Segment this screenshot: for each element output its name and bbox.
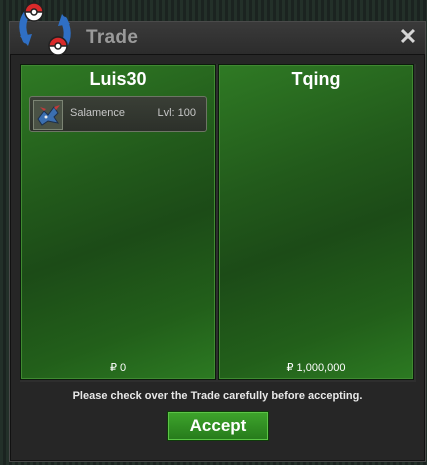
trade-logo-icon bbox=[12, 0, 78, 60]
trade-item-card[interactable]: Salamence Lvl: 100 bbox=[29, 96, 207, 132]
window-title: Trade bbox=[86, 27, 139, 48]
currency-symbol: ₽ bbox=[286, 362, 294, 374]
item-name: Salamence bbox=[70, 107, 126, 119]
right-money-amount: 1,000,000 bbox=[296, 362, 346, 374]
close-icon[interactable]: ✕ bbox=[397, 25, 419, 49]
right-trader-name: Tqing bbox=[291, 69, 341, 89]
right-money: ₽1,000,000 bbox=[219, 361, 413, 374]
trade-panels: Luis30 Salamence Lvl: 100 ₽0 Tqing ₽ 1,0… bbox=[20, 64, 416, 382]
left-trader-name: Luis30 bbox=[89, 69, 147, 89]
trade-window: Trade ✕ Luis30 Salamence Lvl: 100 ₽0 Tqi… bbox=[9, 21, 426, 462]
salamence-sprite-icon bbox=[33, 100, 63, 130]
left-money: ₽0 bbox=[21, 361, 215, 374]
left-money-amount: 0 bbox=[119, 362, 127, 374]
trade-panel-left: Luis30 Salamence Lvl: 100 ₽0 bbox=[20, 64, 216, 380]
trade-panel-right: Tqing ₽1,000,000 bbox=[218, 64, 414, 380]
item-level: Lvl: 100 bbox=[157, 107, 196, 119]
currency-symbol: ₽ bbox=[109, 362, 117, 374]
accept-button[interactable]: Accept bbox=[167, 411, 269, 441]
trade-notice: Please check over the Trade carefully be… bbox=[72, 390, 363, 402]
